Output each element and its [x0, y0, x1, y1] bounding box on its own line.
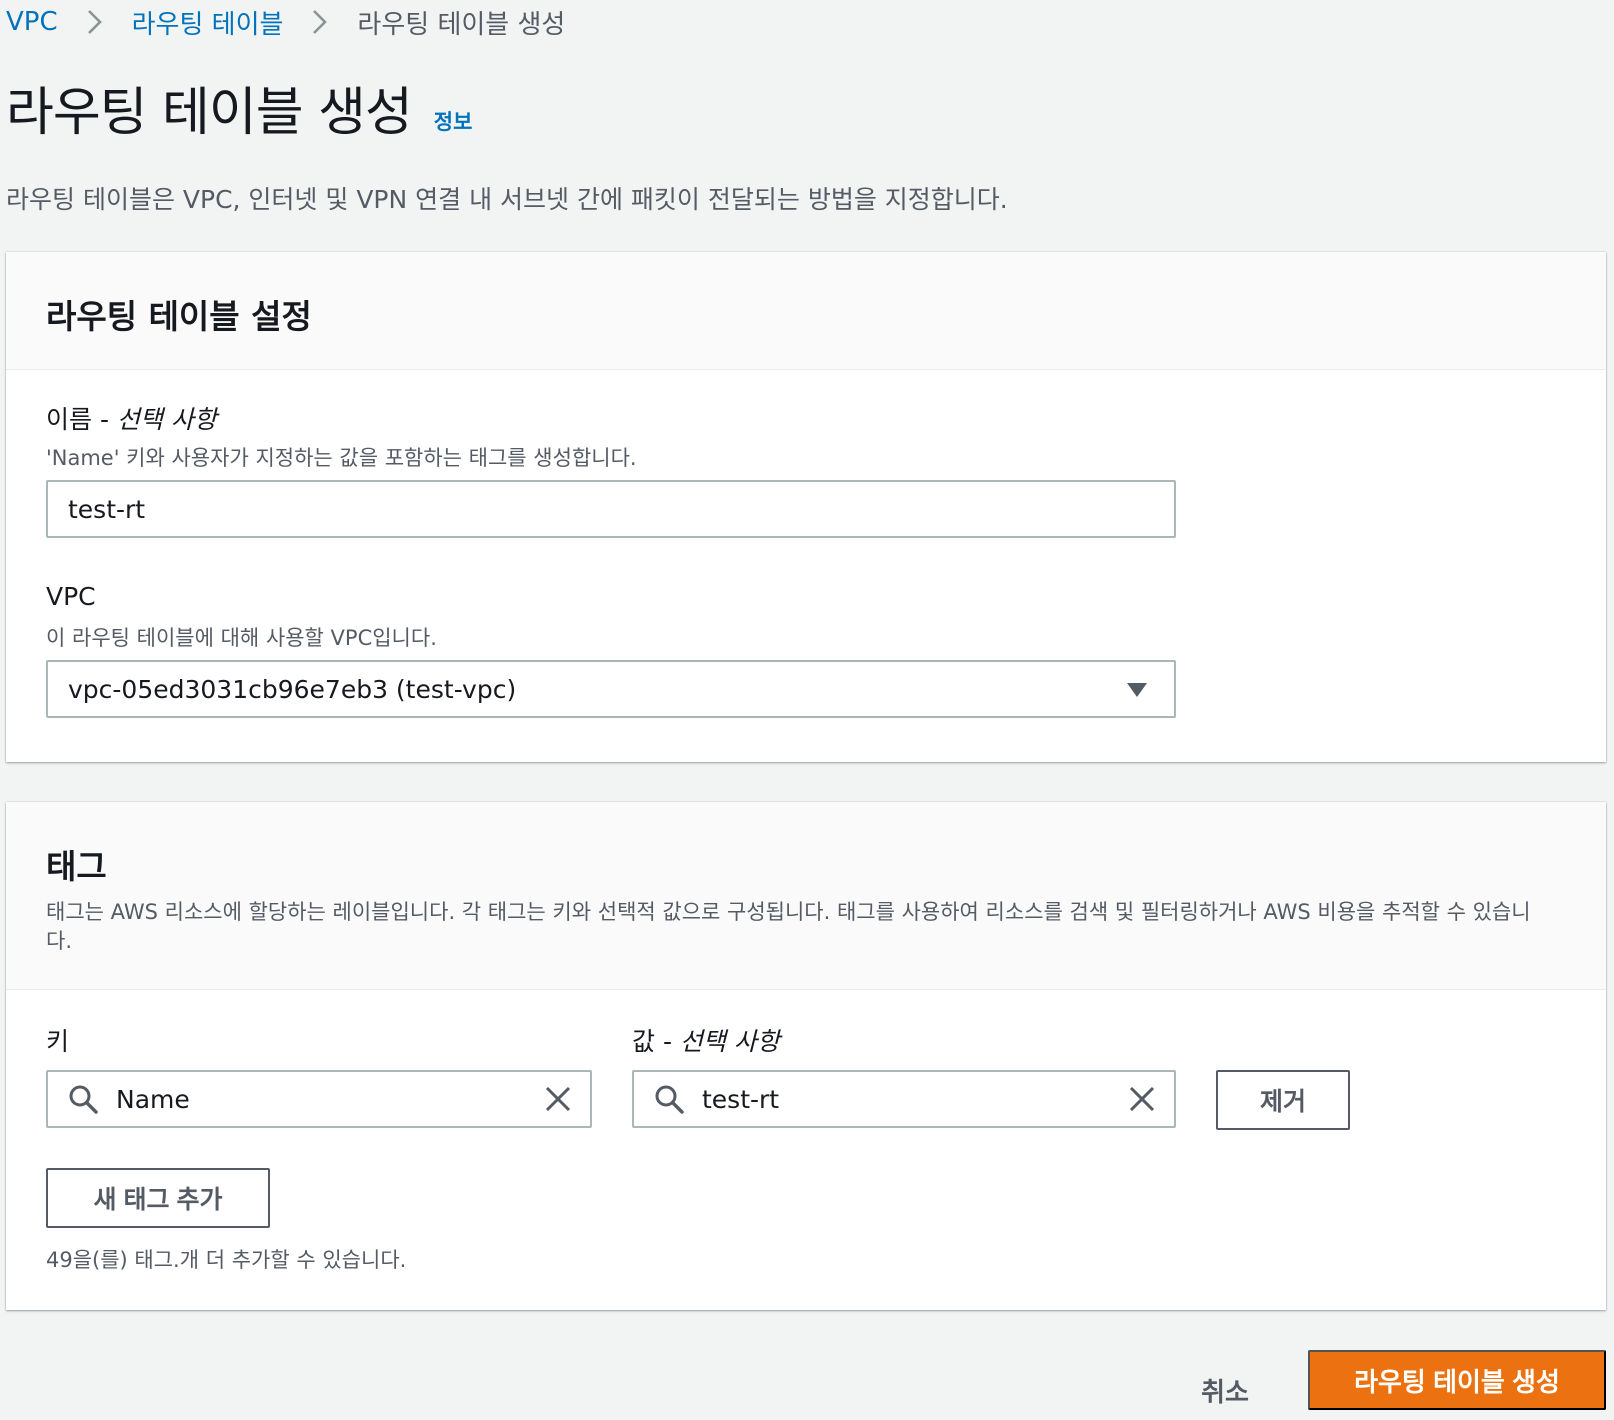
name-label: 이름 - 선택 사항: [46, 405, 217, 434]
remove-tag-button[interactable]: 제거: [1216, 1070, 1350, 1130]
tag-key-label: 키: [46, 1027, 70, 1056]
name-input-value: test-rt: [68, 494, 146, 524]
tags-panel: 태그 태그는 AWS 리소스에 할당하는 레이블입니다. 각 태그는 키와 선택…: [6, 802, 1606, 1310]
name-input[interactable]: test-rt: [46, 480, 1176, 538]
vpc-hint: 이 라우팅 테이블에 대해 사용할 VPC입니다.: [46, 626, 437, 650]
clear-icon[interactable]: [544, 1085, 572, 1113]
panel-title: 태그: [46, 847, 107, 886]
tag-value-value: test-rt: [702, 1084, 780, 1114]
vpc-select[interactable]: vpc-05ed3031cb96e7eb3 (test-vpc): [46, 660, 1176, 718]
panel-header: 라우팅 테이블 설정: [6, 252, 1606, 370]
panel-header: 태그 태그는 AWS 리소스에 할당하는 레이블입니다. 각 태그는 키와 선택…: [6, 802, 1606, 990]
tag-key-value: Name: [116, 1084, 190, 1114]
page-header: 라우팅 테이블 생성 정보: [6, 82, 472, 144]
breadcrumb-vpc[interactable]: VPC: [6, 7, 58, 37]
chevron-right-icon: [84, 7, 106, 37]
breadcrumb-current: 라우팅 테이블 생성: [357, 9, 566, 40]
cancel-button[interactable]: 취소: [1170, 1358, 1280, 1420]
info-link[interactable]: 정보: [434, 106, 473, 136]
name-hint: 'Name' 키와 사용자가 지정하는 값을 포함하는 태그를 생성합니다.: [46, 446, 637, 470]
chevron-right-icon: [309, 7, 331, 37]
breadcrumb-route-tables[interactable]: 라우팅 테이블: [132, 4, 284, 41]
page-description: 라우팅 테이블은 VPC, 인터넷 및 VPN 연결 내 서브넷 간에 패킷이 …: [6, 185, 1008, 214]
panel-title: 라우팅 테이블 설정: [46, 297, 312, 336]
search-icon: [654, 1084, 684, 1114]
create-route-table-button[interactable]: 라우팅 테이블 생성: [1308, 1350, 1606, 1410]
route-table-settings-panel: 라우팅 테이블 설정 이름 - 선택 사항 'Name' 키와 사용자가 지정하…: [6, 252, 1606, 762]
tags-description: 태그는 AWS 리소스에 할당하는 레이블입니다. 각 태그는 키와 선택적 값…: [46, 900, 1531, 953]
tag-value-label: 값 - 선택 사항: [632, 1027, 780, 1056]
tag-key-input[interactable]: Name: [46, 1070, 592, 1128]
vpc-label: VPC: [46, 582, 96, 611]
clear-icon[interactable]: [1128, 1085, 1156, 1113]
caret-down-icon: [1126, 675, 1148, 704]
tag-value-input[interactable]: test-rt: [632, 1070, 1176, 1128]
add-tag-button[interactable]: 새 태그 추가: [46, 1168, 270, 1228]
breadcrumb: VPC 라우팅 테이블 라우팅 테이블 생성: [6, 2, 565, 42]
page-title: 라우팅 테이블 생성: [6, 83, 413, 143]
tag-limit-text: 49을(를) 태그.개 더 추가할 수 있습니다.: [46, 1248, 407, 1272]
search-icon: [68, 1084, 98, 1114]
vpc-select-value: vpc-05ed3031cb96e7eb3 (test-vpc): [68, 674, 517, 704]
